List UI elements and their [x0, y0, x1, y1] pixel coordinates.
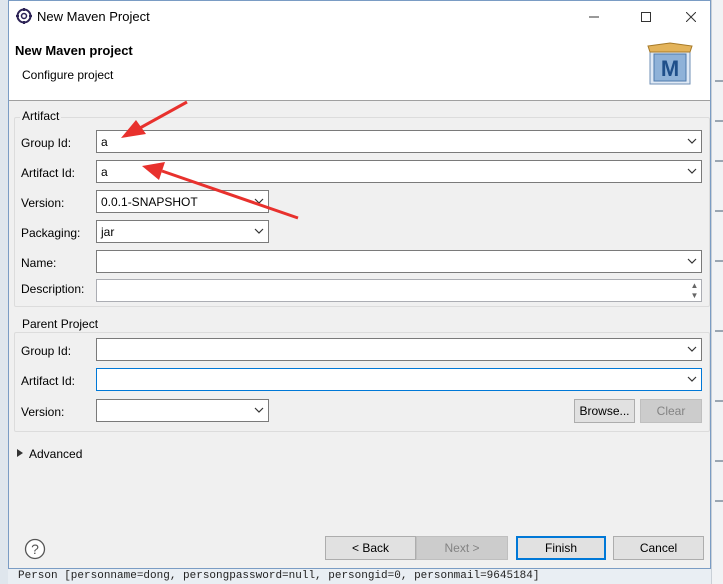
ide-background-left	[0, 0, 8, 584]
name-combo[interactable]	[96, 250, 702, 273]
page-subtitle: Configure project	[22, 68, 114, 82]
cancel-button[interactable]: Cancel	[613, 536, 704, 560]
parent-artifact-id-label: Artifact Id:	[21, 374, 76, 388]
chevron-down-icon	[687, 346, 697, 352]
eclipse-gear-icon	[16, 8, 32, 24]
scroll-up-icon[interactable]: ▲	[689, 281, 700, 291]
close-icon	[686, 11, 696, 22]
description-textarea[interactable]: ▲ ▼	[96, 279, 702, 302]
name-label: Name:	[21, 256, 57, 270]
browse-button[interactable]: Browse...	[574, 399, 635, 423]
maven-logo-icon: M	[647, 42, 693, 85]
minimize-button[interactable]	[571, 1, 617, 32]
scroll-down-icon[interactable]: ▼	[689, 291, 700, 301]
chevron-down-icon	[687, 258, 697, 264]
version-label: Version:	[21, 196, 65, 210]
packaging-label: Packaging:	[21, 226, 81, 240]
chevron-down-icon	[254, 228, 264, 234]
artifact-group-label: Artifact	[20, 109, 62, 123]
console-output-line: Person [personname=dong, persongpassword…	[18, 570, 540, 582]
artifact-id-label: Artifact Id:	[21, 166, 76, 180]
group-id-combo[interactable]: a	[96, 130, 702, 153]
maximize-icon	[641, 11, 651, 22]
maximize-button[interactable]	[623, 1, 669, 32]
expand-arrow-icon[interactable]	[17, 449, 23, 457]
next-button[interactable]: Next >	[416, 536, 508, 560]
close-button[interactable]	[668, 1, 714, 32]
svg-text:?: ?	[31, 541, 39, 557]
description-label: Description:	[21, 282, 85, 296]
chevron-down-icon	[687, 376, 697, 382]
maven-logo-letter: M	[661, 56, 679, 81]
artifact-id-combo[interactable]: a	[96, 160, 702, 183]
version-combo[interactable]: 0.0.1-SNAPSHOT	[96, 190, 269, 213]
parent-version-label: Version:	[21, 405, 65, 419]
clear-button[interactable]: Clear	[640, 399, 702, 423]
advanced-section-label[interactable]: Advanced	[29, 447, 82, 461]
packaging-value: jar	[101, 225, 115, 239]
group-id-label: Group Id:	[21, 136, 72, 150]
minimize-icon	[589, 16, 599, 17]
chevron-down-icon	[254, 198, 264, 204]
wizard-footer: ? < Back Next > Finish Cancel	[9, 521, 710, 568]
version-value: 0.0.1-SNAPSHOT	[101, 195, 198, 209]
parent-project-group-label: Parent Project	[20, 317, 101, 331]
help-icon[interactable]: ?	[24, 538, 46, 560]
page-title: New Maven project	[15, 43, 133, 58]
group-id-value: a	[101, 135, 108, 149]
packaging-combo[interactable]: jar	[96, 220, 269, 243]
finish-button[interactable]: Finish	[516, 536, 606, 560]
wizard-body: Artifact Group Id: a Artifact Id: a Vers…	[9, 101, 710, 521]
new-maven-project-dialog: New Maven Project New Maven project Conf…	[8, 0, 711, 569]
chevron-down-icon	[254, 407, 264, 413]
parent-group-id-label: Group Id:	[21, 344, 72, 358]
back-button[interactable]: < Back	[325, 536, 416, 560]
wizard-header: New Maven project Configure project M	[9, 32, 710, 101]
chevron-down-icon	[687, 168, 697, 174]
title-bar[interactable]: New Maven Project	[9, 1, 710, 32]
parent-artifact-id-combo[interactable]	[96, 368, 702, 391]
chevron-down-icon	[687, 138, 697, 144]
window-title: New Maven Project	[37, 9, 150, 24]
ide-background-right	[711, 0, 723, 584]
artifact-id-value: a	[101, 165, 108, 179]
parent-version-combo[interactable]	[96, 399, 269, 422]
parent-group-id-combo[interactable]	[96, 338, 702, 361]
